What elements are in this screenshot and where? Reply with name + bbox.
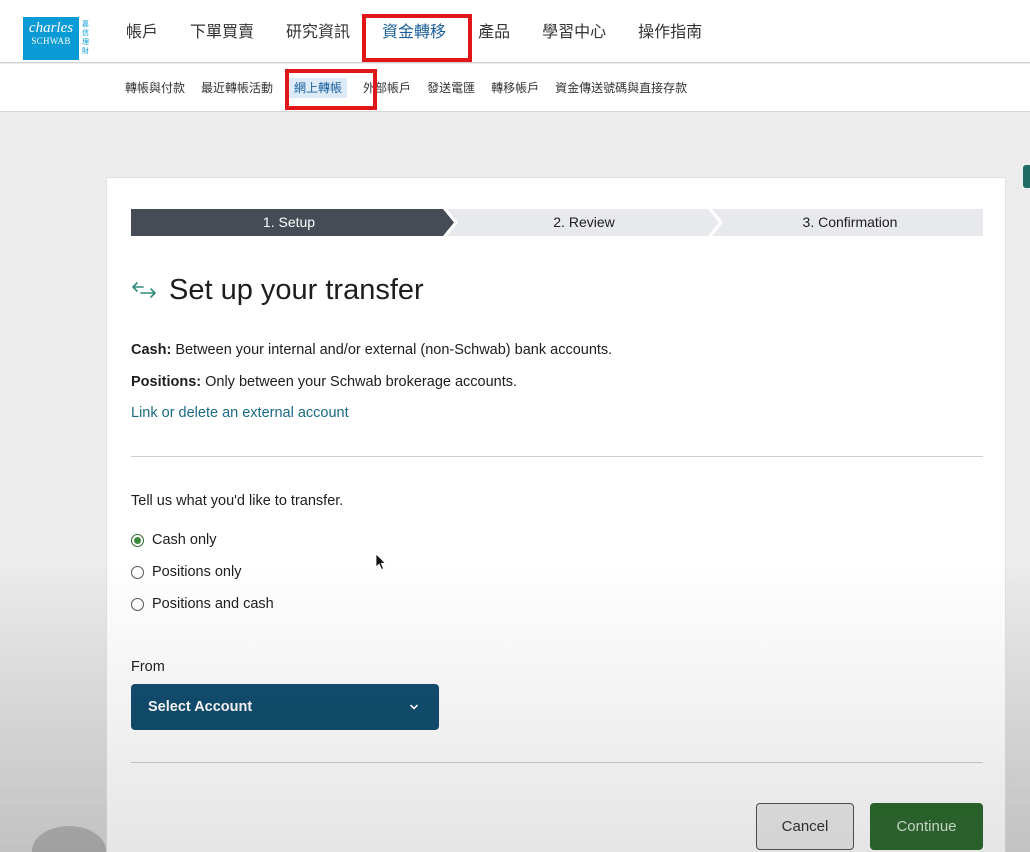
nav-item-accounts[interactable]: 帳戶 — [110, 0, 174, 63]
step-confirmation: 3. Confirmation — [802, 214, 898, 230]
radio-label-positions-only: Positions only — [152, 564, 242, 580]
top-navigation-bar: charles SCHWAB 嘉信理財 帳戶 下單買賣 研究資訊 資金轉移 產品… — [0, 0, 1030, 63]
sub-navigation-bar: 轉帳與付款 最近轉帳活動 網上轉帳 外部帳戶 發送電匯 轉移帳戶 資金傳送號碼與… — [0, 64, 1030, 112]
positions-label: Positions: — [131, 374, 202, 390]
cash-label: Cash: — [131, 342, 172, 358]
radio-label-cash-only: Cash only — [152, 532, 217, 548]
divider — [131, 762, 983, 763]
radio-cash-only[interactable]: Cash only — [131, 530, 216, 550]
chevron-down-icon — [410, 704, 418, 710]
logo-line1: charles — [28, 20, 74, 36]
title-row: Set up your transfer — [131, 270, 424, 310]
cancel-button[interactable]: Cancel — [756, 803, 854, 850]
positions-description: Positions: Only between your Schwab brok… — [131, 374, 517, 390]
transfer-arrows-icon — [132, 282, 156, 298]
logo-line2: SCHWAB — [31, 36, 71, 46]
from-label: From — [131, 659, 165, 675]
radio-positions-and-cash[interactable]: Positions and cash — [131, 594, 274, 614]
sub-nav: 轉帳與付款 最近轉帳活動 網上轉帳 外部帳戶 發送電匯 轉移帳戶 資金傳送號碼與… — [117, 64, 695, 112]
subnav-item-transfer-account[interactable]: 轉移帳戶 — [483, 64, 547, 112]
feedback-tab[interactable] — [1023, 165, 1030, 188]
subnav-item-send-wire[interactable]: 發送電匯 — [419, 64, 483, 112]
link-external-account-link[interactable]: Link or delete an external account — [131, 405, 349, 421]
continue-button[interactable]: Continue — [870, 803, 983, 850]
nav-item-guide[interactable]: 操作指南 — [622, 0, 718, 63]
divider — [131, 456, 983, 457]
cash-text: Between your internal and/or external (n… — [171, 342, 613, 358]
charles-schwab-logo[interactable]: charles SCHWAB — [23, 17, 79, 60]
subnav-item-transfers-payments[interactable]: 轉帳與付款 — [117, 64, 193, 112]
logo-cjk-text: 嘉信理財 — [82, 20, 89, 55]
step-review: 2. Review — [553, 214, 615, 230]
radio-positions-only[interactable]: Positions only — [131, 562, 241, 582]
nav-item-learning-center[interactable]: 學習中心 — [526, 0, 622, 63]
highlight-box-main-nav — [362, 14, 472, 62]
subnav-item-recent-activity[interactable]: 最近轉帳活動 — [193, 64, 281, 112]
nav-item-trade[interactable]: 下單買賣 — [174, 0, 270, 63]
transfer-type-question: Tell us what you'd like to transfer. — [131, 493, 344, 509]
radio-button[interactable] — [131, 597, 144, 611]
overlay-blob — [32, 826, 106, 852]
progress-steps: 1. Setup 2. Review 3. Confirmation — [131, 209, 983, 236]
highlight-box-sub-nav — [285, 69, 377, 110]
nav-item-research[interactable]: 研究資訊 — [270, 0, 366, 63]
radio-button[interactable] — [131, 565, 144, 579]
positions-text: Only between your Schwab brokerage accou… — [201, 374, 518, 390]
page-title: Set up your transfer — [169, 273, 424, 306]
radio-button-checked[interactable] — [131, 533, 144, 547]
transfer-card: 1. Setup 2. Review 3. Confirmation Set u… — [106, 177, 1006, 852]
radio-label-positions-and-cash: Positions and cash — [152, 596, 274, 612]
cash-description: Cash: Between your internal and/or exter… — [131, 342, 612, 358]
subnav-item-routing-direct-deposit[interactable]: 資金傳送號碼與直接存款 — [547, 64, 695, 112]
select-account-label: Select Account — [148, 699, 253, 715]
step-setup: 1. Setup — [262, 214, 316, 230]
select-account-dropdown[interactable]: Select Account — [131, 684, 439, 730]
